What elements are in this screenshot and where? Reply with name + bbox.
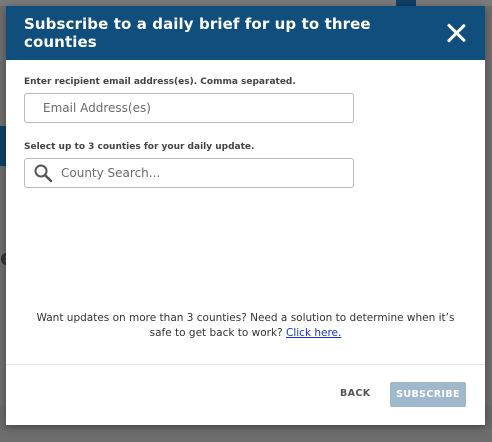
back-button[interactable]: BACK	[340, 388, 371, 399]
county-label: Select up to 3 counties for your daily u…	[24, 142, 255, 152]
subscribe-button[interactable]: SUBSCRIBE	[390, 382, 466, 407]
promo-message: Want updates on more than 3 counties? Ne…	[24, 311, 467, 341]
email-field[interactable]	[25, 94, 353, 122]
subscribe-modal: Subscribe to a daily brief for up to thr…	[6, 6, 485, 425]
close-icon[interactable]	[446, 23, 466, 43]
search-icon	[34, 164, 53, 183]
county-search-input[interactable]	[53, 159, 353, 187]
email-label: Enter recipient email address(es). Comma…	[24, 77, 296, 87]
promo-text: Want updates on more than 3 counties? Ne…	[36, 312, 455, 339]
county-search-wrapper	[24, 158, 354, 188]
modal-title: Subscribe to a daily brief for up to thr…	[24, 15, 371, 51]
footer-divider	[6, 364, 485, 365]
email-field-wrapper	[24, 93, 354, 123]
click-here-link[interactable]: Click here.	[286, 327, 341, 339]
modal-header: Subscribe to a daily brief for up to thr…	[6, 6, 485, 60]
